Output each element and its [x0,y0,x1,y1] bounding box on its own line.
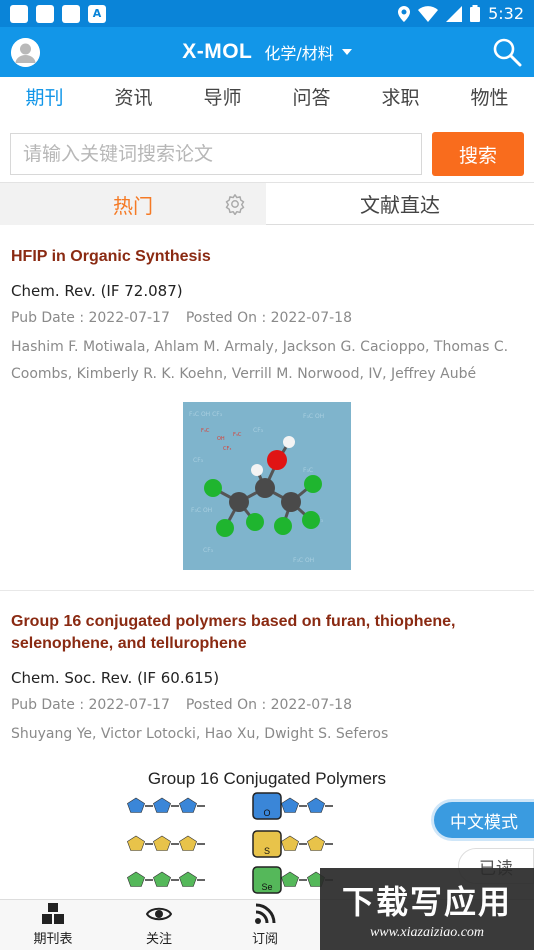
svg-text:CF₃: CF₃ [253,427,264,434]
heteroatom-label: O [263,808,270,818]
rss-icon [255,903,276,924]
article-authors: Hashim F. Motiwala, Ahlam M. Armaly, Jac… [11,339,509,382]
bottom-nav-subscribe[interactable]: 订阅 [212,900,318,950]
gear-icon[interactable] [224,193,246,215]
article-journal: Chem. Rev. (IF 72.087) [11,282,183,300]
article-meta: Pub Date : 2022-07-17 Posted On : 2022-0… [11,310,523,326]
bottom-nav-journals[interactable]: 期刊表 [0,900,106,950]
user-icon [11,38,40,67]
pub-date: Pub Date : 2022-07-17 [11,310,170,326]
notification-icon [62,4,80,23]
list-item[interactable]: HFIP in Organic Synthesis Chem. Rev. (IF… [0,226,534,591]
eye-icon [146,907,172,921]
notification-a-icon: A [88,4,106,23]
search-row: 搜索 [0,115,534,183]
cubes-icon [42,903,64,924]
tab-hot[interactable]: 热门 [0,183,266,225]
battery-icon [470,5,481,22]
search-input[interactable] [10,133,422,175]
article-authors: Shuyang Ye, Victor Lotocki, Hao Xu, Dwig… [11,726,389,742]
wifi-icon [418,5,439,22]
bottom-nav-label: 订阅 [251,932,278,947]
tab-news[interactable]: 资讯 [89,77,178,115]
subject-label: 化学/材料 [264,44,334,63]
sub-tabs: 热门 文献直达 [0,183,534,225]
heteroatom-label: Se [261,882,272,892]
notification-icon [36,4,54,23]
caret-down-icon [341,49,352,55]
clock: 5:32 [488,4,524,23]
subject-selector[interactable]: 化学/材料 [264,40,352,64]
watermark-title: 下载写应用 [341,883,512,921]
search-button[interactable]: 搜索 [432,132,524,176]
svg-text:F₃C: F₃C [201,428,210,434]
nav-tabs: 期刊 资讯 导师 问答 求职 物性 [0,77,534,115]
article-list: HFIP in Organic Synthesis Chem. Rev. (IF… [0,226,534,899]
svg-text:F₃C OH: F₃C OH [191,507,212,514]
tab-direct-literature[interactable]: 文献直达 [266,183,534,224]
tab-journals[interactable]: 期刊 [0,77,89,115]
heteroatom-label: S [264,846,270,856]
watermark-url: www.xiazaiziao.com [369,925,485,940]
svg-text:F₃C: F₃C [233,432,242,438]
watermark: 下载写应用 www.xiazaiziao.com [320,868,534,950]
svg-text:F₃C: F₃C [303,467,313,474]
article-title[interactable]: HFIP in Organic Synthesis [11,246,523,268]
article-meta: Pub Date : 2022-07-17 Posted On : 2022-0… [11,697,523,713]
svg-text:CF₃: CF₃ [223,446,231,452]
image-caption: Group 16 Conjugated Polymers [148,769,386,788]
article-journal: Chem. Soc. Rev. (IF 60.615) [11,669,220,687]
svg-text:CF₃: CF₃ [193,457,204,464]
list-item[interactable]: Group 16 conjugated polymers based on fu… [0,591,534,899]
svg-text:F₃C OH CF₃: F₃C OH CF₃ [189,411,223,418]
app-title: X-MOL [182,40,253,63]
svg-text:F₃C OH: F₃C OH [293,557,314,564]
posted-on: Posted On : 2022-07-18 [185,697,352,713]
pub-date: Pub Date : 2022-07-17 [11,697,170,713]
search-icon[interactable] [492,37,522,67]
svg-text:CF₃: CF₃ [203,547,214,554]
chinese-mode-button[interactable]: 中文模式 [434,802,534,838]
tab-advisors[interactable]: 导师 [178,77,267,115]
bottom-nav-label: 期刊表 [33,932,73,947]
app-bar: X-MOL 化学/材料 [0,27,534,77]
notification-icon [10,4,28,23]
tab-qa[interactable]: 问答 [267,77,356,115]
bottom-nav-label: 关注 [145,932,172,947]
graphical-abstract-image[interactable]: F₃C OH CF₃ CF₃ F₃C OH CF₃ F₃C F₃C OH CF₃ CF₃ F… [183,402,351,570]
svg-text:OH: OH [217,436,225,442]
signal-icon [446,5,463,22]
location-icon [398,5,411,22]
status-bar: A 5:32 [0,0,534,27]
posted-on: Posted On : 2022-07-18 [185,310,352,326]
tab-hot-label: 热门 [113,193,153,218]
tab-properties[interactable]: 物性 [445,77,534,115]
tab-jobs[interactable]: 求职 [356,77,445,115]
bottom-nav-follow[interactable]: 关注 [106,900,212,950]
avatar[interactable] [11,38,40,67]
article-title[interactable]: Group 16 conjugated polymers based on fu… [11,611,523,655]
svg-text:F₃C OH: F₃C OH [303,413,324,420]
